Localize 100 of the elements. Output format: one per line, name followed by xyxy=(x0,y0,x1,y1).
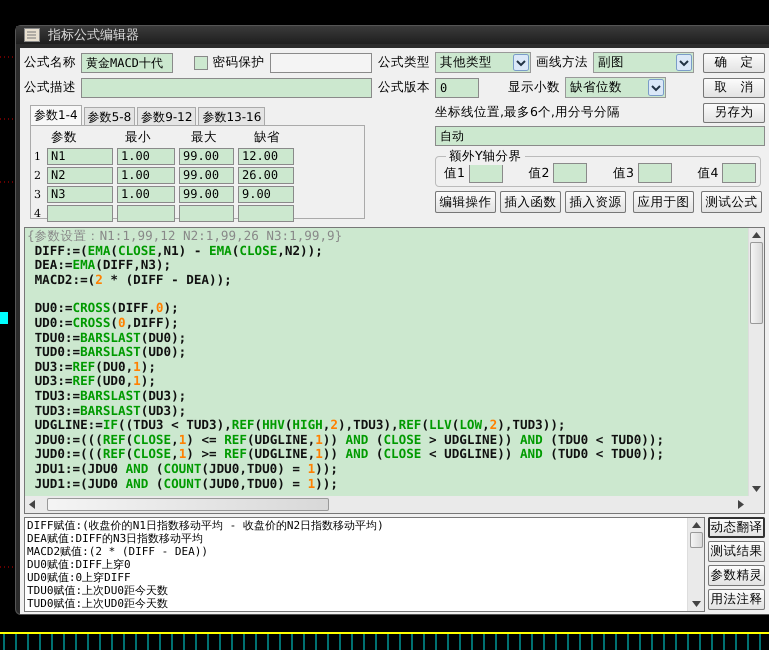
parameter-field[interactable]: N2 xyxy=(47,166,113,184)
parameter-field[interactable]: 1.00 xyxy=(117,186,175,202)
scroll-up-icon[interactable] xyxy=(752,232,761,238)
value-field[interactable] xyxy=(722,163,756,183)
parameter-field[interactable]: 9.00 xyxy=(238,186,294,202)
parameter-field[interactable]: 99.00 xyxy=(179,166,234,184)
code-line: {参数设置：N1:1,99,12 N2:1,99,26 N3:1,99,9} xyxy=(27,229,344,244)
code-line: TUD0:=BARSLAST(UD0); xyxy=(34,345,188,360)
output-mode-button[interactable]: 用法注释 xyxy=(708,589,765,610)
formula-name-label: 公式名称 xyxy=(24,54,76,71)
toolbar-button[interactable]: 应用于图 xyxy=(633,191,694,213)
vertical-scrollbar[interactable] xyxy=(748,228,764,496)
scroll-down-icon[interactable] xyxy=(752,486,761,492)
output-mode-button[interactable]: 动态翻译 xyxy=(708,517,765,538)
chevron-down-icon xyxy=(648,79,664,96)
parameter-field[interactable]: 99.00 xyxy=(179,186,234,202)
value-label: 值2 xyxy=(528,164,550,182)
parameter-field[interactable]: 1.00 xyxy=(117,148,175,164)
toolbar-button[interactable]: 插入函数 xyxy=(500,191,561,213)
save-as-button[interactable]: 另存为 xyxy=(703,102,765,122)
parameter-field[interactable]: 1.00 xyxy=(117,166,175,184)
formula-version-label: 公式版本 xyxy=(378,79,430,96)
horizontal-scrollbar[interactable] xyxy=(25,496,764,513)
ok-button[interactable]: 确 定 xyxy=(703,52,765,72)
scroll-left-icon[interactable] xyxy=(29,500,35,509)
scroll-thumb[interactable] xyxy=(750,242,763,324)
code-line: DEA:=EMA(DIFF,N3); xyxy=(34,258,172,273)
formula-description-field[interactable] xyxy=(81,78,372,98)
parameter-field[interactable]: N1 xyxy=(47,148,113,164)
axis-position-label: 坐标线位置,最多6个,用分号分隔 xyxy=(435,104,620,121)
formula-name-field[interactable]: 黄金MACD十代 xyxy=(81,52,173,72)
value-field[interactable] xyxy=(553,163,587,183)
value-field[interactable] xyxy=(468,163,502,183)
column-header: 参数 xyxy=(50,128,78,146)
password-checkbox[interactable] xyxy=(194,56,208,70)
code-line: TUD3:=BARSLAST(UD3); xyxy=(34,404,188,418)
column-header: 缺省 xyxy=(253,128,281,146)
row-number: 4 xyxy=(34,206,42,220)
code-line: MACD2:=(2 * (DIFF - DEA)); xyxy=(34,272,233,288)
output-line: UD0赋值:0上穿DIFF xyxy=(27,571,132,584)
output-line: DU0赋值:DIFF上穿0 xyxy=(27,558,132,571)
toolbar-button[interactable]: 测试公式 xyxy=(701,191,762,213)
code-line: DU3:=REF(DU0,1); xyxy=(34,360,157,374)
value-label: 值4 xyxy=(698,164,718,182)
parameter-field[interactable]: 12.00 xyxy=(238,148,294,164)
formula-type-label: 公式类型 xyxy=(378,54,430,71)
chevron-down-icon xyxy=(513,54,529,71)
draw-method-label: 画线方法 xyxy=(536,54,588,71)
draw-method-select[interactable]: 副图 xyxy=(593,52,694,73)
code-line: JUD1:=(JUD0 AND (COUNT(JUD0,TDU0) = 1)); xyxy=(34,476,339,492)
decimals-label: 显示小数 xyxy=(508,79,560,96)
parameter-field[interactable] xyxy=(238,204,294,222)
parameter-tab[interactable]: 参数5-8 xyxy=(84,107,136,125)
code-line: JUD0:=(((REF(CLOSE,1) >= REF(UDGLINE,1)) AND (CLOSE < UDGLINE)) AND (TUD0 < TDU0)); xyxy=(34,447,666,462)
scroll-right-icon[interactable] xyxy=(738,500,744,509)
scroll-thumb[interactable] xyxy=(690,532,702,548)
value-label: 值3 xyxy=(613,164,634,182)
chevron-down-icon xyxy=(676,54,692,71)
vertical-scrollbar[interactable] xyxy=(687,518,704,611)
parameter-field[interactable]: N3 xyxy=(47,186,113,202)
cancel-button[interactable]: 取 消 xyxy=(703,78,765,98)
code-line: UD3:=REF(UD0,1); xyxy=(34,374,157,389)
parameter-field[interactable] xyxy=(47,204,113,222)
formula-version-field[interactable]: 0 xyxy=(435,78,479,98)
output-line: TUD0赋值:上次UD0距今天数 xyxy=(27,597,169,610)
toolbar-button[interactable]: 插入资源 xyxy=(565,191,626,213)
row-number: 3 xyxy=(34,188,42,200)
row-number: 2 xyxy=(34,168,42,182)
output-line: TDU0赋值:上次DU0距今天数 xyxy=(27,584,169,597)
output-line: DEA赋值:DIFF的N3日指数移动平均 xyxy=(27,532,204,545)
parameter-tab[interactable]: 参数13-16 xyxy=(198,107,266,125)
scroll-down-icon[interactable] xyxy=(692,601,700,607)
scroll-up-icon[interactable] xyxy=(692,522,700,528)
parameter-tab[interactable]: 参数9-12 xyxy=(137,107,196,125)
parameter-field[interactable]: 99.00 xyxy=(179,148,234,164)
formula-description-label: 公式描述 xyxy=(24,79,76,96)
parameter-field[interactable] xyxy=(179,204,234,222)
code-line: JDU0:=(((REF(CLOSE,1) <= REF(UDGLINE,1)) AND (CLOSE > UDGLINE)) AND (TDU0 < TUD0)); xyxy=(34,432,666,448)
toolbar-button[interactable]: 编辑操作 xyxy=(435,191,496,213)
password-field[interactable] xyxy=(270,52,372,72)
column-header: 最小 xyxy=(124,128,152,146)
formula-type-select[interactable]: 其他类型 xyxy=(435,52,531,73)
parameter-field[interactable] xyxy=(117,204,175,222)
code-editor[interactable] xyxy=(24,227,765,514)
axis-position-field[interactable]: 自动 xyxy=(435,126,765,146)
scroll-thumb[interactable] xyxy=(47,498,329,511)
code-line: JDU1:=(JDU0 AND (COUNT(JDU0,TDU0) = 1)); xyxy=(34,462,339,476)
parameter-tab[interactable]: 参数1-4 xyxy=(30,105,82,125)
value-field[interactable] xyxy=(638,163,672,183)
output-mode-button[interactable]: 测试结果 xyxy=(708,541,765,562)
row-number: 1 xyxy=(34,150,42,162)
code-line: TDU3:=BARSLAST(DU3); xyxy=(34,388,188,404)
code-line: UD0:=CROSS(0,DIFF); xyxy=(34,316,180,331)
output-mode-button[interactable]: 参数精灵 xyxy=(708,565,765,586)
code-line: UDGLINE:=IF((TDU3 < TUD3),REF(HHV(HIGH,2),TDU3),REF(LLV(LOW,2),TUD3)); xyxy=(34,418,566,433)
column-header: 最大 xyxy=(190,128,218,146)
decimals-select[interactable]: 缺省位数 xyxy=(565,77,666,98)
parameter-field[interactable]: 26.00 xyxy=(238,166,294,184)
code-line: TDU0:=BARSLAST(DU0); xyxy=(34,330,188,346)
password-label: 密码保护 xyxy=(212,54,264,71)
